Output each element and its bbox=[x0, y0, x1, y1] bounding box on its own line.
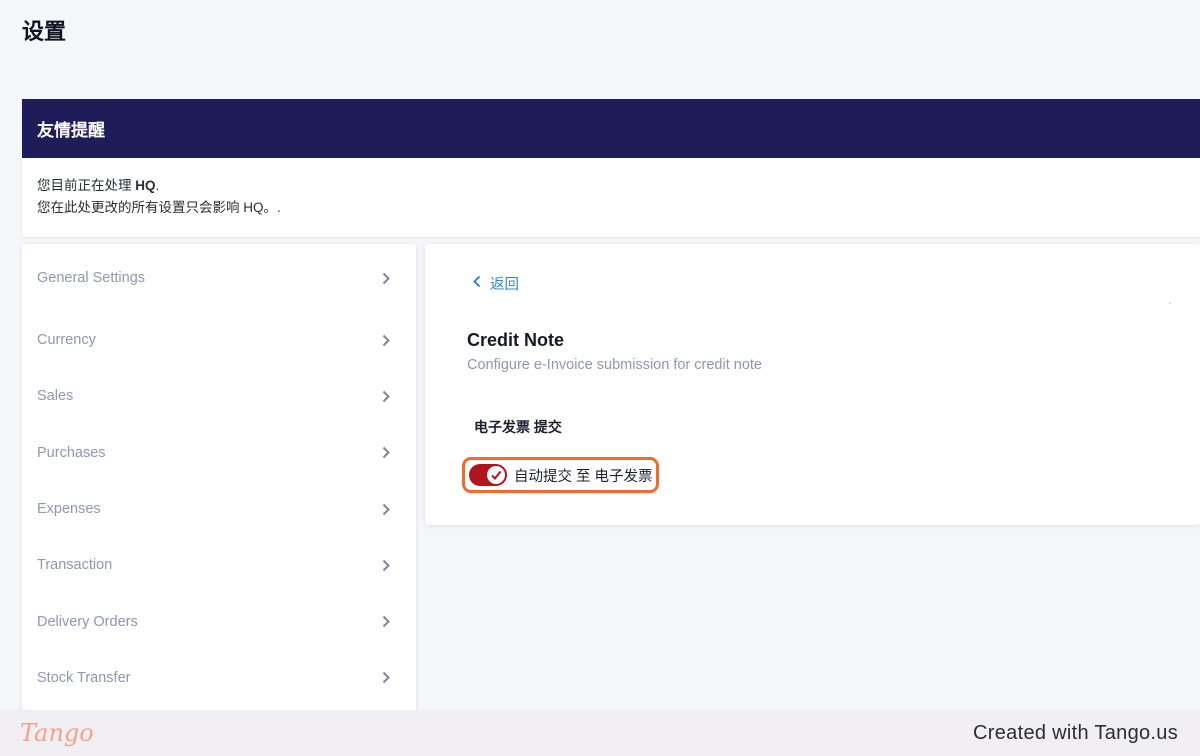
sidebar-item-label: General Settings bbox=[37, 270, 146, 286]
notice-box: 友情提醒 您目前正在处理 HQ. 您在此处更改的所有设置只会影响 HQ。. bbox=[22, 99, 1200, 237]
chevron-right-icon bbox=[378, 388, 394, 404]
chevron-left-icon bbox=[473, 275, 481, 292]
tango-footer: Tango Created with Tango.us bbox=[0, 710, 1200, 756]
notice-line-1-suffix: . bbox=[155, 178, 160, 193]
sidebar-item-label: Stock Transfer bbox=[37, 669, 131, 686]
sidebar-item-delivery-orders[interactable]: Delivery Orders bbox=[22, 593, 416, 649]
sidebar-item-label: Sales bbox=[37, 388, 74, 405]
tango-logo: Tango bbox=[20, 719, 94, 747]
check-icon bbox=[491, 470, 502, 481]
chevron-right-icon bbox=[378, 270, 394, 286]
section-subtitle: Configure e-Invoice submission for credi… bbox=[467, 357, 762, 373]
page-title: 设置 bbox=[22, 19, 67, 44]
back-link[interactable]: 返回 bbox=[473, 273, 519, 294]
section-title: Credit Note bbox=[467, 330, 565, 350]
sidebar-item-label: Expenses bbox=[37, 501, 101, 518]
sidebar-item-label: Purchases bbox=[37, 444, 106, 461]
sidebar-item-label: Currency bbox=[37, 332, 96, 349]
einvoice-submission-label: 电子发票 提交 bbox=[474, 419, 562, 435]
sidebar-item-purchases[interactable]: Purchases bbox=[22, 425, 416, 481]
auto-submit-toggle[interactable] bbox=[469, 464, 507, 486]
auto-submit-toggle-label: 自动提交 至 电子发票 bbox=[514, 468, 653, 485]
sidebar-item-stock-transfer[interactable]: Stock Transfer bbox=[22, 650, 416, 706]
sidebar-item-general-settings[interactable]: General Settings bbox=[22, 244, 416, 312]
notice-line-1: 您目前正在处理 HQ. bbox=[37, 175, 1185, 197]
chevron-right-icon bbox=[378, 332, 394, 348]
chevron-right-icon bbox=[378, 557, 394, 573]
toggle-knob bbox=[487, 466, 505, 484]
sidebar-item-transaction[interactable]: Transaction bbox=[22, 537, 416, 593]
chevron-right-icon bbox=[378, 670, 394, 686]
sidebar-item-label: Delivery Orders bbox=[37, 613, 138, 630]
chevron-right-icon bbox=[378, 501, 394, 517]
notice-heading: 友情提醒 bbox=[22, 99, 1200, 158]
back-link-label: 返回 bbox=[490, 277, 519, 293]
divider-dot bbox=[1169, 302, 1171, 304]
sidebar-item-sales[interactable]: Sales bbox=[22, 368, 416, 424]
notice-body: 您目前正在处理 HQ. 您在此处更改的所有设置只会影响 HQ。. bbox=[22, 158, 1200, 237]
notice-entity: HQ bbox=[135, 178, 156, 193]
sidebar-item-expenses[interactable]: Expenses bbox=[22, 481, 416, 537]
chevron-right-icon bbox=[378, 614, 394, 630]
sidebar-item-label: Transaction bbox=[37, 557, 113, 574]
notice-line-1-prefix: 您目前正在处理 bbox=[37, 178, 136, 193]
chevron-right-icon bbox=[378, 445, 394, 461]
notice-heading-text: 友情提醒 bbox=[37, 121, 105, 140]
credit-note-panel: 返回 Credit Note Configure e-Invoice submi… bbox=[425, 244, 1200, 525]
created-with-credit: Created with Tango.us bbox=[973, 721, 1178, 744]
settings-sidebar: General Settings Currency Sales Purchase… bbox=[22, 244, 416, 714]
sidebar-item-currency[interactable]: Currency bbox=[22, 312, 416, 368]
notice-line-2: 您在此处更改的所有设置只会影响 HQ。. bbox=[37, 200, 281, 215]
highlight-outline: 自动提交 至 电子发票 bbox=[462, 457, 659, 493]
